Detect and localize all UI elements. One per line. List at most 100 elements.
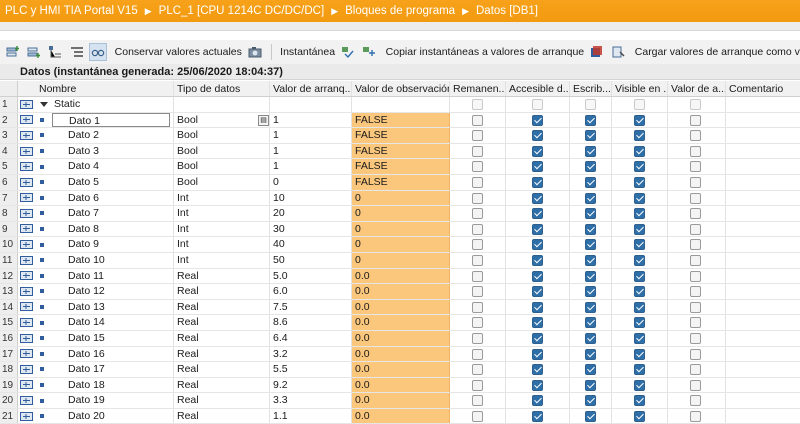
setpoint-checkbox[interactable]: [690, 410, 701, 422]
setpoint-checkbox[interactable]: [690, 286, 701, 298]
setpoint-checkbox[interactable]: [690, 270, 701, 282]
name-field[interactable]: Dato 10: [52, 253, 170, 268]
cell-comment[interactable]: [726, 144, 800, 159]
accessible-checkbox[interactable]: [532, 395, 543, 407]
keep-current-values-button[interactable]: Conservar valores actuales: [115, 46, 242, 58]
static-section[interactable]: Static: [36, 97, 174, 112]
name-field[interactable]: Dato 16: [52, 347, 170, 362]
writable-checkbox[interactable]: [585, 286, 596, 298]
writable-checkbox[interactable]: [585, 145, 596, 157]
visible-checkbox[interactable]: [634, 145, 645, 157]
table-row[interactable]: 5 Dato 4 Bool 1 FALSE: [0, 159, 800, 175]
table-row[interactable]: 11 Dato 10 Int 50 0: [0, 252, 800, 269]
column-header-retain[interactable]: Remanen...: [450, 81, 506, 96]
setpoint-checkbox[interactable]: [690, 239, 701, 251]
accessible-checkbox[interactable]: [532, 176, 543, 188]
writable-checkbox[interactable]: [585, 301, 596, 313]
name-field[interactable]: Dato 3: [52, 144, 170, 159]
cell-start-value[interactable]: 9.2: [270, 377, 352, 393]
insert-row-icon[interactable]: [4, 43, 21, 61]
cell-type[interactable]: Real: [174, 393, 270, 408]
name-field[interactable]: Dato 7: [52, 206, 170, 221]
setpoint-checkbox[interactable]: [690, 145, 701, 157]
visible-checkbox[interactable]: [634, 254, 645, 266]
visible-checkbox[interactable]: [634, 301, 645, 313]
cell-name[interactable]: Dato 10: [36, 252, 174, 268]
cell-start-value[interactable]: 3.3: [270, 393, 352, 408]
breadcrumb-datablock[interactable]: Datos [DB1]: [476, 5, 538, 17]
name-field[interactable]: Dato 5: [52, 175, 170, 190]
cell-comment[interactable]: [726, 347, 800, 362]
visible-checkbox[interactable]: [634, 130, 645, 142]
visible-checkbox[interactable]: [634, 208, 645, 220]
setpoint-checkbox[interactable]: [690, 379, 701, 391]
accessible-checkbox[interactable]: [532, 192, 543, 204]
copy-snapshots-to-start-button[interactable]: Copiar instantáneas a valores de arranqu…: [386, 46, 584, 58]
cell-start-value[interactable]: 7.5: [270, 299, 352, 315]
retain-checkbox[interactable]: [472, 192, 483, 204]
visible-checkbox[interactable]: [634, 176, 645, 188]
cell-type[interactable]: Real: [174, 299, 270, 315]
writable-checkbox[interactable]: [585, 176, 596, 188]
retain-checkbox[interactable]: [472, 254, 483, 266]
cell-comment[interactable]: [726, 206, 800, 221]
cell-start-value[interactable]: 30: [270, 221, 352, 237]
accessible-checkbox[interactable]: [532, 208, 543, 220]
writable-checkbox[interactable]: [585, 239, 596, 251]
breadcrumb-program-blocks[interactable]: Bloques de programa: [345, 5, 455, 17]
writable-checkbox[interactable]: [585, 161, 596, 173]
writable-checkbox[interactable]: [585, 223, 596, 235]
retain-checkbox[interactable]: [472, 332, 483, 344]
cell-start-value[interactable]: 5.5: [270, 362, 352, 377]
name-field[interactable]: Dato 11: [52, 269, 170, 284]
cell-start-value[interactable]: 40: [270, 237, 352, 252]
visible-checkbox[interactable]: [634, 317, 645, 329]
cell-name[interactable]: Dato 20: [36, 408, 174, 424]
visible-checkbox[interactable]: [634, 332, 645, 344]
retain-checkbox[interactable]: [472, 130, 483, 142]
cell-name[interactable]: Dato 12: [36, 284, 174, 299]
accessible-checkbox[interactable]: [532, 254, 543, 266]
cell-comment[interactable]: [726, 393, 800, 408]
writable-checkbox[interactable]: [585, 332, 596, 344]
cell-name[interactable]: Dato 19: [36, 393, 174, 408]
setpoint-checkbox[interactable]: [690, 348, 701, 360]
cell-comment[interactable]: [726, 315, 800, 330]
column-header-visible[interactable]: Visible en ...: [612, 81, 668, 96]
copy-snapshot-icon[interactable]: [339, 43, 356, 61]
cell-start-value[interactable]: 1: [270, 159, 352, 174]
column-header-observation[interactable]: Valor de observación: [352, 81, 450, 96]
breadcrumb-plc[interactable]: PLC_1 [CPU 1214C DC/DC/DC]: [159, 5, 325, 17]
visible-checkbox[interactable]: [634, 348, 645, 360]
writable-checkbox[interactable]: [585, 270, 596, 282]
snapshot-camera-icon[interactable]: [246, 43, 263, 61]
cell-type[interactable]: Bool ▤: [174, 112, 270, 128]
setpoint-checkbox[interactable]: [690, 176, 701, 188]
visible-checkbox[interactable]: [634, 223, 645, 235]
table-row[interactable]: 10 Dato 9 Int 40 0: [0, 237, 800, 253]
cell-start-value[interactable]: 6.0: [270, 284, 352, 299]
visible-checkbox[interactable]: [634, 161, 645, 173]
cell-comment[interactable]: [726, 378, 800, 393]
retain-checkbox[interactable]: [472, 176, 483, 188]
accessible-checkbox[interactable]: [532, 270, 543, 282]
name-field[interactable]: Dato 2: [52, 128, 170, 143]
setpoint-checkbox[interactable]: [690, 130, 701, 142]
cell-comment[interactable]: [726, 159, 800, 174]
cell-type[interactable]: Bool: [174, 143, 270, 159]
cell-comment[interactable]: [726, 269, 800, 284]
column-header-start-value[interactable]: Valor de arranq...: [270, 81, 352, 96]
name-field[interactable]: Dato 13: [52, 300, 170, 315]
table-row[interactable]: 4 Dato 3 Bool 1 FALSE: [0, 143, 800, 160]
cell-start-value[interactable]: 1: [270, 112, 352, 128]
table-row[interactable]: 15 Dato 14 Real 8.6 0.0: [0, 315, 800, 331]
load-start-values-icon[interactable]: [588, 43, 605, 61]
cell-name[interactable]: Dato 18: [36, 377, 174, 393]
writable-checkbox[interactable]: [585, 410, 596, 422]
writable-checkbox[interactable]: [585, 192, 596, 204]
cell-comment[interactable]: [726, 97, 800, 112]
table-row[interactable]: 18 Dato 17 Real 5.5 0.0: [0, 362, 800, 378]
visible-checkbox[interactable]: [634, 379, 645, 391]
expand-all-icon[interactable]: [47, 43, 64, 61]
writable-checkbox[interactable]: [585, 364, 596, 376]
